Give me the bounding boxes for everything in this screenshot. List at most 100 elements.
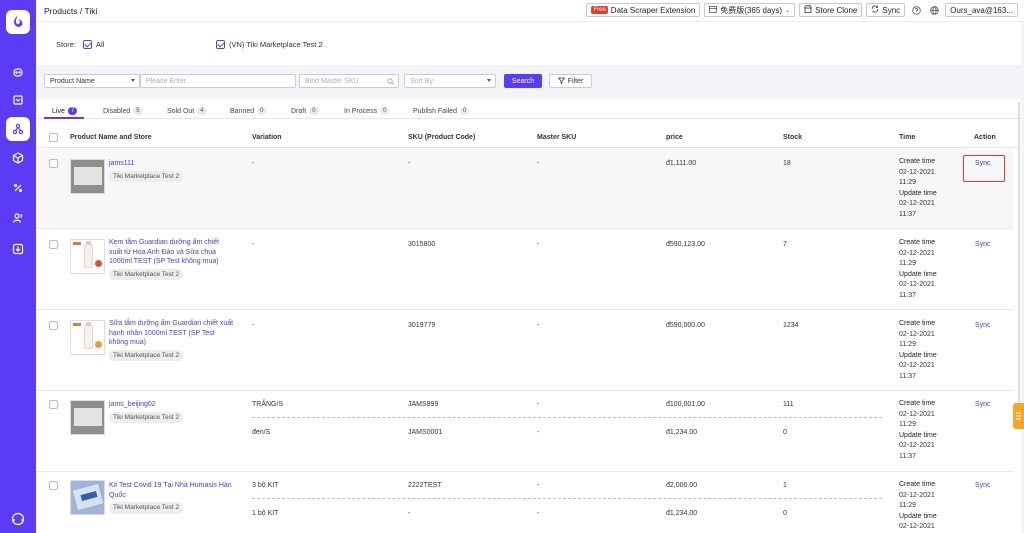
product-name-block: jams_beijing02 Tiki Marketplace Test 2 bbox=[109, 400, 234, 423]
update-date: 02-12-2021 bbox=[899, 281, 935, 288]
create-time-label: Create time bbox=[899, 400, 936, 407]
sync-button[interactable]: Sync bbox=[866, 3, 906, 17]
create-time: 11:29 bbox=[899, 502, 916, 509]
store-clone-button[interactable]: Store Clone bbox=[799, 3, 863, 17]
table-row: Kem tắm Guardian dưỡng ẩm chiết xuất từ … bbox=[36, 230, 1013, 310]
update-time: 11:37 bbox=[899, 291, 916, 299]
floating-helper-tab[interactable] bbox=[1013, 403, 1024, 429]
box-icon[interactable] bbox=[6, 146, 30, 170]
users-icon[interactable] bbox=[6, 206, 30, 230]
tab-label: Live bbox=[52, 107, 65, 115]
product-name-link[interactable]: Kem tắm Guardian dưỡng ẩm chiết xuất từ … bbox=[109, 238, 234, 267]
product-thumbnail bbox=[70, 400, 105, 435]
sidebar bbox=[0, 0, 36, 533]
tab-disabled[interactable]: Disabled 5 bbox=[103, 107, 143, 115]
search-icon bbox=[387, 78, 394, 87]
update-time-label: Update time bbox=[899, 351, 937, 359]
stock-value: 111 bbox=[783, 401, 794, 408]
table-row: Sữa tắm dưỡng ẩm Guardian chiết xuất hạn… bbox=[36, 311, 1013, 391]
product-name-block: Kem tắm Guardian dưỡng ẩm chiết xuất từ … bbox=[109, 238, 234, 280]
sku-value: - bbox=[408, 510, 411, 517]
filter-icon bbox=[557, 77, 565, 86]
active-tab-indicator bbox=[44, 117, 84, 119]
store-option-checkbox[interactable] bbox=[216, 40, 225, 49]
cart-icon[interactable] bbox=[6, 88, 30, 112]
sku-value: 2222TEST bbox=[408, 482, 442, 489]
master-sku-input[interactable]: Bind Master SKU bbox=[299, 74, 399, 88]
sort-select[interactable]: Sort By bbox=[404, 74, 496, 88]
tab-draft[interactable]: Draft 0 bbox=[291, 107, 319, 115]
create-date: 02-12-2021 bbox=[899, 249, 935, 257]
master-sku-value: - bbox=[537, 510, 540, 517]
tab-count: 0 bbox=[380, 107, 390, 115]
filter-button[interactable]: Filter bbox=[549, 74, 592, 88]
tab-sold-out[interactable]: Sold Out 4 bbox=[167, 107, 207, 115]
row-checkbox[interactable] bbox=[49, 240, 58, 249]
highlight-box bbox=[963, 155, 1005, 182]
tab-publish-failed[interactable]: Publish Failed 0 bbox=[413, 107, 470, 115]
select-all-checkbox[interactable] bbox=[49, 133, 58, 142]
update-date: 02-12-2021 bbox=[899, 362, 935, 369]
globe-icon[interactable] bbox=[927, 3, 941, 17]
store-icon bbox=[804, 5, 812, 15]
tab-banned[interactable]: Banned 0 bbox=[230, 107, 267, 115]
tab-count: 0 bbox=[459, 107, 470, 115]
import-icon[interactable] bbox=[6, 237, 30, 261]
price-value: đ1,234.00 bbox=[666, 510, 698, 517]
tab-live[interactable]: Live 7 bbox=[52, 107, 78, 115]
tab-in-process[interactable]: In Process 0 bbox=[344, 107, 390, 115]
price-value: đ1,234.00 bbox=[666, 429, 698, 436]
store-clone-label: Store Clone bbox=[815, 5, 858, 15]
product-icon[interactable] bbox=[6, 117, 30, 141]
plan-select[interactable]: 免费版(365 days) ⌄ bbox=[704, 3, 796, 17]
chevron-down-icon bbox=[487, 79, 491, 82]
app-logo-icon[interactable] bbox=[6, 10, 30, 34]
product-name-link[interactable]: Kit Test Covid 19 Tại Nhà Humasis Hàn Qu… bbox=[109, 481, 234, 500]
time-block: Create time 02-12-2021 11:29 Update time… bbox=[899, 157, 937, 220]
time-block: Create time 02-12-2021 11:29 Update time… bbox=[899, 399, 937, 462]
support-icon[interactable] bbox=[6, 507, 30, 531]
update-date: 02-12-2021 bbox=[899, 442, 935, 449]
row-checkbox[interactable] bbox=[49, 400, 58, 409]
update-time: 11:37 bbox=[899, 372, 916, 380]
sync-action-link[interactable]: Sync bbox=[975, 241, 991, 248]
helper-icon bbox=[1016, 412, 1021, 420]
master-sku-value: - bbox=[537, 401, 540, 408]
variation-value: đen/S bbox=[252, 429, 271, 436]
sync-action-link[interactable]: Sync bbox=[975, 401, 991, 408]
sync-action-link[interactable]: Sync bbox=[975, 482, 991, 489]
help-icon[interactable] bbox=[909, 3, 923, 17]
field-select[interactable]: Product Name bbox=[44, 74, 140, 88]
tab-label: Publish Failed bbox=[413, 107, 457, 115]
product-name-link[interactable]: Sữa tắm dưỡng ẩm Guardian chiết xuất hạn… bbox=[109, 319, 234, 348]
product-thumbnail bbox=[70, 320, 105, 355]
row-checkbox[interactable] bbox=[49, 321, 58, 330]
table-row: jams_beijing02 Tiki Marketplace Test 2 T… bbox=[36, 392, 1013, 472]
tab-label: Disabled bbox=[103, 107, 131, 115]
store-tag: Tiki Marketplace Test 2 bbox=[109, 170, 184, 182]
tab-label: Sold Out bbox=[167, 107, 195, 115]
product-name-block: Kit Test Covid 19 Tại Nhà Humasis Hàn Qu… bbox=[109, 481, 234, 514]
product-name-link[interactable]: jams_beijing02 bbox=[109, 400, 234, 410]
sync-action-link[interactable]: Sync bbox=[975, 322, 991, 329]
search-input[interactable]: Please Enter bbox=[140, 74, 296, 88]
variation-value: 3 bộ KIT bbox=[252, 482, 279, 489]
row-checkbox[interactable] bbox=[49, 481, 58, 490]
price-value: đ590,000.00 bbox=[666, 322, 705, 329]
row-checkbox[interactable] bbox=[49, 159, 58, 168]
time-block: Create time 02-12-2021 11:29 Update time… bbox=[899, 319, 937, 382]
store-all-checkbox[interactable] bbox=[83, 40, 93, 49]
stock-value: 18 bbox=[783, 160, 791, 167]
table-header: Product Name and Store Variation SKU (Pr… bbox=[36, 126, 1021, 148]
stock-value: 1234 bbox=[783, 322, 799, 329]
store-filter: Store: All bbox=[56, 40, 104, 49]
scrollbar[interactable] bbox=[1018, 102, 1020, 422]
product-name-link[interactable]: jams111 bbox=[109, 159, 234, 169]
discount-icon[interactable] bbox=[6, 176, 30, 200]
search-button[interactable]: Search bbox=[504, 74, 542, 88]
free-badge: Free bbox=[591, 6, 608, 14]
field-select-value: Product Name bbox=[50, 77, 95, 85]
robot-icon[interactable] bbox=[6, 60, 30, 84]
account-menu[interactable]: Ours_ava@163... bbox=[945, 3, 1018, 17]
data-scraper-extension-button[interactable]: Free Data Scraper Extension bbox=[586, 3, 701, 17]
